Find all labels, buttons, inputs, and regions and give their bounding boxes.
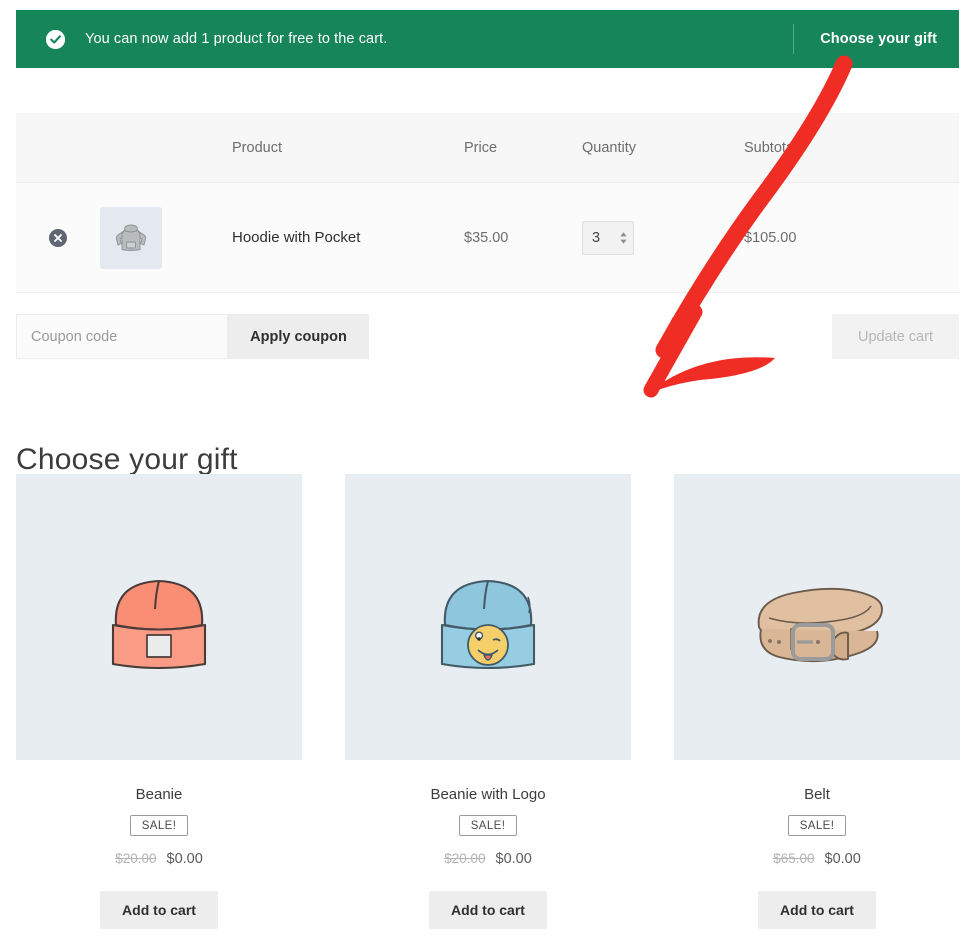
beanie-with-logo-blue-image[interactable] — [345, 474, 631, 760]
beanie-salmon-image[interactable] — [16, 474, 302, 760]
add-to-cart-button[interactable]: Add to cart — [758, 891, 876, 929]
header-product: Product — [216, 140, 464, 156]
notice-divider — [793, 24, 794, 54]
price-line: $20.00 $0.00 — [115, 851, 203, 867]
quantity-stepper[interactable] — [619, 231, 628, 245]
add-to-cart-button[interactable]: Add to cart — [100, 891, 218, 929]
cart-page: You can now add 1 product for free to th… — [0, 0, 975, 940]
coupon-row: Coupon code Apply coupon Update cart — [16, 314, 959, 359]
gift-products-grid: Beanie SALE! $20.00 $0.00 Add to cart — [16, 474, 959, 929]
update-cart-button[interactable]: Update cart — [832, 314, 959, 359]
header-subtotal: Subtotal — [744, 140, 959, 156]
remove-cell — [16, 229, 100, 247]
header-quantity: Quantity — [582, 140, 744, 156]
cart-table-header: Product Price Quantity Subtotal — [16, 113, 959, 183]
gift-product-name[interactable]: Beanie with Logo — [430, 786, 545, 803]
sale-price: $0.00 — [825, 851, 861, 867]
sale-badge: SALE! — [130, 815, 189, 836]
free-gift-notice: You can now add 1 product for free to th… — [16, 10, 959, 68]
gift-product-card: Beanie SALE! $20.00 $0.00 Add to cart — [16, 474, 302, 929]
cart-item-row: Hoodie with Pocket $35.00 3 $105.00 — [16, 183, 959, 293]
add-to-cart-button[interactable]: Add to cart — [429, 891, 547, 929]
product-price: $35.00 — [464, 230, 582, 246]
sale-price: $0.00 — [496, 851, 532, 867]
product-subtotal: $105.00 — [744, 230, 959, 246]
coupon-code-input[interactable]: Coupon code — [16, 314, 228, 359]
gift-product-name[interactable]: Beanie — [136, 786, 183, 803]
notice-content: You can now add 1 product for free to th… — [46, 30, 793, 49]
thumbnail-cell — [100, 207, 216, 269]
coupon-spacer — [369, 314, 832, 359]
sale-badge: SALE! — [788, 815, 847, 836]
cart-table: Product Price Quantity Subtotal — [16, 113, 959, 293]
quantity-value: 3 — [592, 230, 600, 246]
remove-item-icon[interactable] — [49, 229, 67, 247]
original-price: $20.00 — [115, 851, 156, 866]
gift-product-name[interactable]: Belt — [804, 786, 830, 803]
notice-message: You can now add 1 product for free to th… — [85, 31, 387, 47]
belt-tan-image[interactable] — [674, 474, 960, 760]
product-name-cell: Hoodie with Pocket — [216, 229, 464, 247]
gift-section-title: Choose your gift — [16, 443, 238, 477]
original-price: $65.00 — [773, 851, 814, 866]
quantity-cell: 3 — [582, 221, 744, 255]
check-circle-icon — [46, 30, 65, 49]
quantity-input[interactable]: 3 — [582, 221, 634, 255]
price-line: $65.00 $0.00 — [773, 851, 861, 867]
sale-badge: SALE! — [459, 815, 518, 836]
original-price: $20.00 — [444, 851, 485, 866]
header-price: Price — [464, 140, 582, 156]
gift-product-card: Beanie with Logo SALE! $20.00 $0.00 Add … — [345, 474, 631, 929]
hoodie-thumbnail[interactable] — [100, 207, 162, 269]
price-line: $20.00 $0.00 — [444, 851, 532, 867]
product-name-link[interactable]: Hoodie with Pocket — [232, 229, 360, 246]
sale-price: $0.00 — [167, 851, 203, 867]
apply-coupon-button[interactable]: Apply coupon — [228, 314, 369, 359]
choose-your-gift-link[interactable]: Choose your gift — [820, 31, 937, 47]
gift-product-card: Belt SALE! $65.00 $0.00 Add to cart — [674, 474, 960, 929]
